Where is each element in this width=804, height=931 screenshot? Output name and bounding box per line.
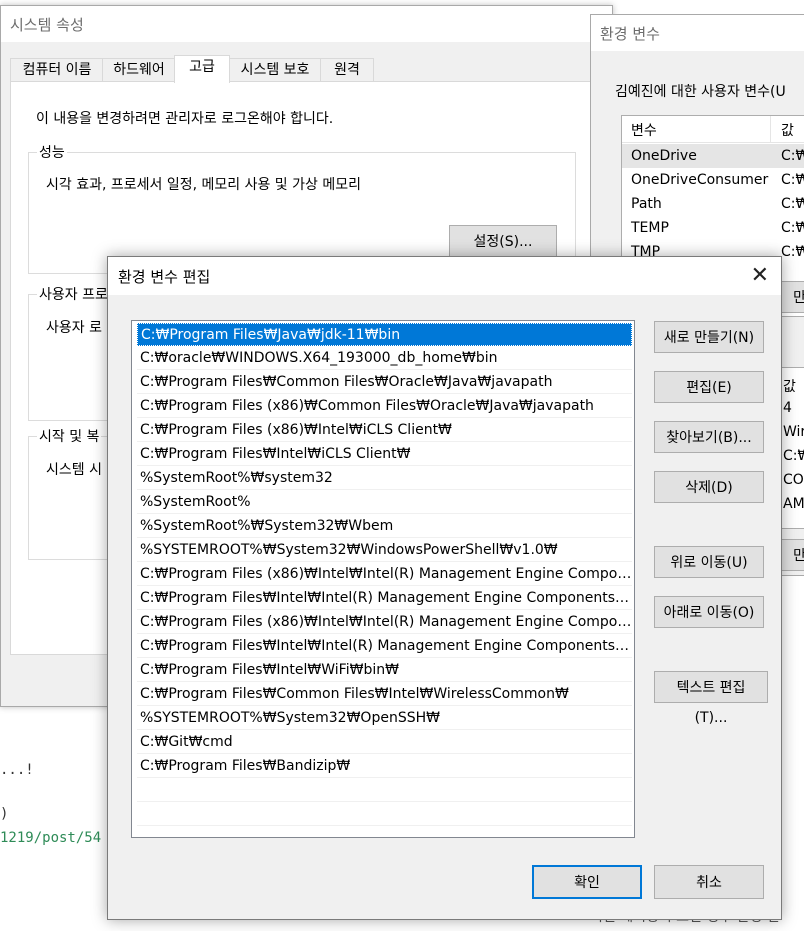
list-item[interactable]: C:₩Program Files (x86)₩Intel₩iCLS Client…: [137, 419, 632, 442]
list-item[interactable]: C:₩Git₩cmd: [137, 731, 632, 754]
table-row[interactable]: OneDriveConsumer C:₩: [622, 168, 804, 192]
list-item[interactable]: C:₩Program Files (x86)₩Common Files₩Orac…: [137, 395, 632, 418]
table-row[interactable]: Path C:₩: [622, 192, 804, 216]
list-item[interactable]: %SystemRoot%₩system32: [137, 467, 632, 490]
group-label: 시작 및 복: [37, 426, 102, 446]
edit-environment-variable-dialog: 환경 변수 편집 ✕ C:₩Program Files₩Java₩jdk-11₩…: [107, 256, 782, 920]
list-item[interactable]: C:₩Program Files₩Bandizip₩: [137, 755, 632, 778]
background-link[interactable]: 1219/post/54: [0, 830, 101, 846]
list-item[interactable]: C:₩Program Files₩Intel₩Intel(R) Manageme…: [137, 635, 632, 658]
dialog-title: 시스템 속성: [10, 16, 84, 34]
variable-value: AM: [783, 496, 804, 512]
group-label: 성능: [37, 142, 67, 162]
list-item-empty[interactable]: [137, 803, 632, 826]
variable-value: C:₩: [781, 196, 804, 212]
list-item[interactable]: C:₩Program Files₩Intel₩iCLS Client₩: [137, 443, 632, 466]
list-item[interactable]: C:₩Program Files (x86)₩Intel₩Intel(R) Ma…: [137, 563, 632, 586]
variable-name: OneDriveConsumer: [631, 172, 769, 188]
variable-value: CO: [783, 472, 804, 488]
column-header-value[interactable]: 값: [781, 120, 794, 140]
performance-settings-button[interactable]: 설정(S)...: [449, 225, 557, 257]
user-profiles-description: 사용자 로: [46, 320, 102, 336]
variable-value: C:₩: [781, 148, 804, 164]
variable-value: C:₩: [783, 448, 804, 464]
list-item[interactable]: %SystemRoot%₩System32₩Wbem: [137, 515, 632, 538]
variable-value: 4: [783, 400, 792, 416]
edit-text-button[interactable]: 텍스트 편집(T)...: [654, 671, 768, 726]
list-item[interactable]: C:₩Program Files₩Intel₩WiFi₩bin₩: [137, 659, 632, 682]
admin-note: 이 내용을 변경하려면 관리자로 로그온해야 합니다.: [36, 111, 334, 127]
variable-name: Path: [631, 196, 662, 212]
startup-recovery-description: 시스템 시: [46, 462, 102, 478]
tab-remote[interactable]: 원격: [320, 58, 374, 82]
ok-button[interactable]: 확인: [532, 865, 642, 899]
list-item[interactable]: C:₩Program Files₩Intel₩Intel(R) Manageme…: [137, 587, 632, 610]
variable-value: C:₩: [781, 220, 804, 236]
cancel-button[interactable]: 취소: [654, 865, 764, 899]
edit-button[interactable]: 편집(E): [654, 371, 764, 403]
variable-name: OneDrive: [631, 148, 697, 164]
variable-value: Wir: [783, 424, 804, 440]
column-divider: [770, 116, 771, 142]
list-item[interactable]: C:₩oracle₩WINDOWS.X64_193000_db_home₩bin: [137, 347, 632, 370]
title-bar[interactable]: 환경 변수: [591, 15, 804, 51]
table-row[interactable]: OneDrive C:₩: [622, 144, 804, 168]
delete-button[interactable]: 삭제(D): [654, 471, 764, 503]
column-header-value[interactable]: 값: [783, 376, 796, 396]
list-item[interactable]: %SystemRoot%: [137, 491, 632, 514]
list-item[interactable]: C:₩Program Files₩Common Files₩Oracle₩Jav…: [137, 371, 632, 394]
group-label: 사용자 프로: [37, 284, 110, 304]
dialog-title: 환경 변수 편집: [118, 268, 211, 286]
variable-name: TEMP: [631, 220, 669, 236]
list-item[interactable]: C:₩Program Files (x86)₩Intel₩Intel(R) Ma…: [137, 611, 632, 634]
list-item[interactable]: C:₩Program Files₩Java₩jdk-11₩bin: [137, 323, 632, 346]
user-variables-label: 김예진에 대한 사용자 변수(U: [615, 84, 786, 100]
variable-value: C:₩: [781, 244, 804, 260]
list-item[interactable]: %SYSTEMROOT%₩System32₩OpenSSH₩: [137, 707, 632, 730]
list-item-empty[interactable]: [137, 779, 632, 802]
title-bar[interactable]: 환경 변수 편집 ✕: [108, 257, 781, 295]
tab-system-protection[interactable]: 시스템 보호: [228, 58, 322, 82]
column-header-variable[interactable]: 변수: [631, 120, 657, 140]
table-header: 변수 값: [622, 116, 804, 143]
list-item[interactable]: C:₩Program Files₩Common Files₩Intel₩Wire…: [137, 683, 632, 706]
background-text: ...!: [0, 762, 34, 778]
move-up-button[interactable]: 위로 이동(U): [654, 546, 764, 578]
variable-value: C:₩: [781, 172, 804, 188]
tab-hardware[interactable]: 하드웨어: [102, 58, 176, 82]
new-button[interactable]: 새로 만들기(N): [654, 321, 764, 353]
dialog-title: 환경 변수: [600, 25, 660, 43]
path-list[interactable]: C:₩Program Files₩Java₩jdk-11₩bin C:₩orac…: [131, 320, 635, 838]
browse-button[interactable]: 찾아보기(B)...: [654, 421, 764, 453]
performance-description: 시각 효과, 프로세서 일정, 메모리 사용 및 가상 메모리: [46, 177, 361, 193]
title-bar[interactable]: 시스템 속성 X: [1, 6, 612, 42]
background-text: ): [0, 806, 9, 822]
list-item[interactable]: %SYSTEMROOT%₩System32₩WindowsPowerShell₩…: [137, 539, 632, 562]
move-down-button[interactable]: 아래로 이동(O): [654, 596, 764, 628]
tab-computer-name[interactable]: 컴퓨터 이름: [10, 58, 104, 82]
table-row[interactable]: TEMP C:₩: [622, 216, 804, 240]
tab-advanced[interactable]: 고급: [174, 55, 230, 83]
close-icon[interactable]: ✕: [751, 263, 769, 288]
